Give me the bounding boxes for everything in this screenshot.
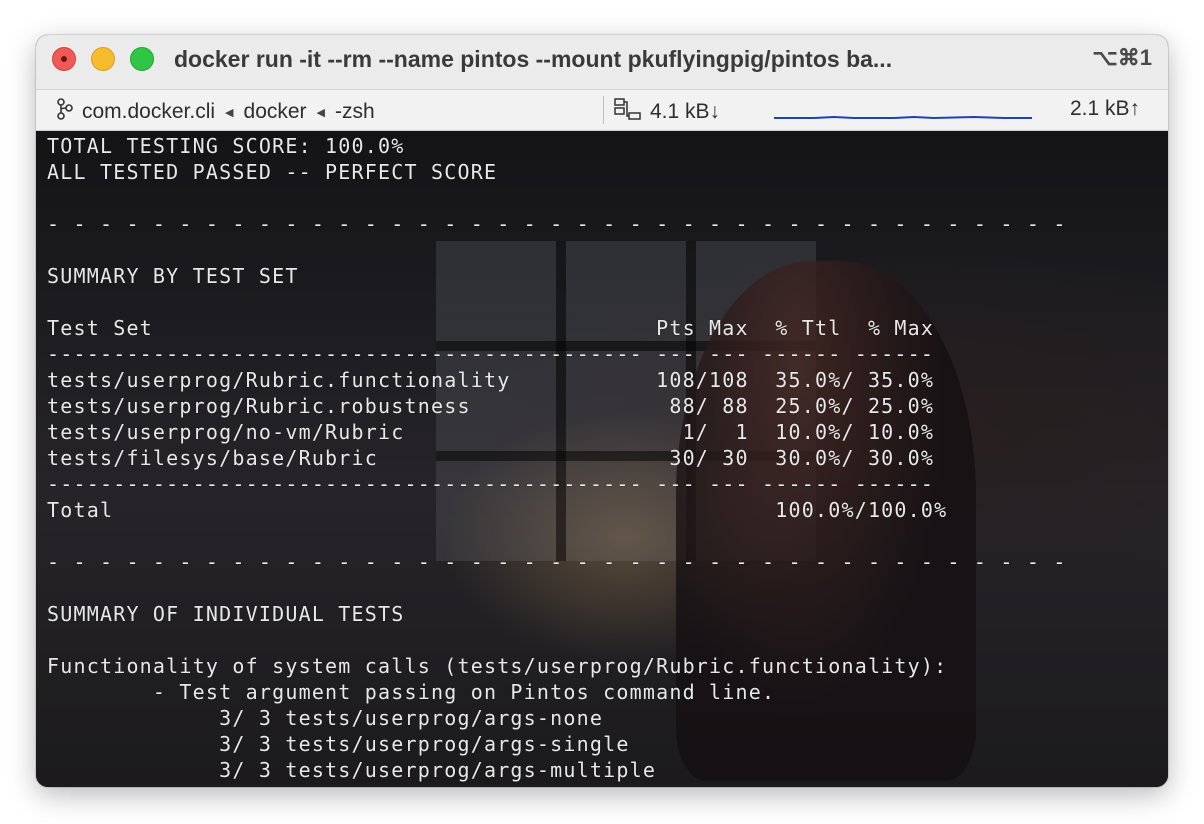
terminal-line: 3/ 3 tests/userprog/args-single	[47, 732, 630, 756]
terminal-text: TOTAL TESTING SCORE: 100.0% ALL TESTED PA…	[47, 133, 1067, 783]
maximize-button[interactable]	[130, 47, 154, 71]
terminal-line: Functionality of system calls (tests/use…	[47, 654, 948, 678]
network-icon	[614, 97, 642, 127]
terminal-line: Total 100.0%/100.0%	[47, 498, 948, 522]
breadcrumb-command[interactable]: docker	[244, 100, 307, 124]
terminal-line: SUMMARY OF INDIVIDUAL TESTS	[47, 602, 405, 626]
terminal-line: ----------------------------------------…	[47, 342, 935, 366]
terminal-line: ----------------------------------------…	[47, 472, 935, 496]
breadcrumb[interactable]: com.docker.cli ◀ docker ◀ -zsh	[56, 97, 375, 127]
terminal-line: Test Set Pts Max % Ttl % Max	[47, 316, 935, 340]
minimize-button[interactable]	[91, 47, 115, 71]
download-rate: 4.1 kB↓	[650, 100, 721, 123]
status-bar: com.docker.cli ◀ docker ◀ -zsh 4.1 kB↓ 2…	[36, 90, 1168, 131]
upload-rate: 2.1 kB↑	[1069, 97, 1140, 120]
terminal-output[interactable]: TOTAL TESTING SCORE: 100.0% ALL TESTED PA…	[36, 131, 1168, 787]
terminal-line: ALL TESTED PASSED -- PERFECT SCORE	[47, 160, 498, 184]
title-bar[interactable]: docker run -it --rm --name pintos --moun…	[36, 35, 1168, 90]
breadcrumb-separator-icon: ◀	[225, 106, 234, 119]
terminal-line: SUMMARY BY TEST SET	[47, 264, 299, 288]
terminal-line: TOTAL TESTING SCORE: 100.0%	[47, 134, 405, 158]
terminal-line: - - - - - - - - - - - - - - - - - - - - …	[47, 212, 1067, 236]
window-shortcut: ⌥⌘1	[1092, 45, 1152, 70]
breadcrumb-shell[interactable]: -zsh	[335, 100, 375, 124]
breadcrumb-separator-icon: ◀	[316, 106, 326, 119]
status-divider	[603, 96, 604, 124]
close-button[interactable]	[52, 47, 76, 71]
window-controls	[52, 47, 154, 71]
terminal-line: tests/userprog/Rubric.robustness 88/ 88 …	[47, 394, 935, 418]
terminal-line: - - - - - - - - - - - - - - - - - - - - …	[47, 550, 1067, 574]
terminal-window: docker run -it --rm --name pintos --moun…	[36, 35, 1168, 787]
terminal-line: 3/ 3 tests/userprog/args-multiple	[47, 758, 657, 782]
network-download: 4.1 kB↓	[614, 97, 720, 127]
terminal-line: 3/ 3 tests/userprog/args-none	[47, 706, 604, 730]
terminal-line: tests/userprog/Rubric.functionality 108/…	[47, 368, 935, 392]
terminal-line: tests/filesys/base/Rubric 30/ 30 30.0%/ …	[47, 446, 935, 470]
terminal-line: tests/userprog/no-vm/Rubric 1/ 1 10.0%/ …	[47, 420, 935, 444]
terminal-line: - Test argument passing on Pintos comman…	[47, 680, 776, 704]
window-title: docker run -it --rm --name pintos --moun…	[174, 46, 893, 72]
branch-icon	[56, 97, 74, 127]
network-sparkline	[774, 115, 1032, 120]
breadcrumb-process[interactable]: com.docker.cli	[82, 100, 215, 124]
